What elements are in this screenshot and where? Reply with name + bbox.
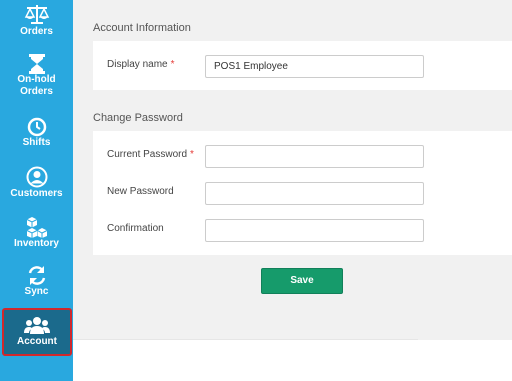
section-title-change-password: Change Password — [93, 112, 183, 124]
scales-icon — [24, 5, 49, 24]
clock-icon — [27, 117, 46, 137]
sidebar-item-orders[interactable]: Orders — [0, 4, 73, 38]
sidebar-item-account[interactable]: Account — [2, 308, 72, 356]
new-password-label: New Password — [107, 186, 174, 197]
sidebar-item-on-hold-orders[interactable]: On-hold Orders — [0, 54, 73, 98]
divider — [73, 339, 418, 340]
sidebar-item-label: Customers — [10, 188, 63, 199]
required-marker: * — [190, 149, 194, 160]
sidebar-item-label: Account — [17, 336, 57, 347]
refresh-icon — [28, 266, 45, 285]
main-bottom — [73, 340, 512, 381]
save-button[interactable]: Save — [261, 268, 343, 294]
sidebar-item-label: On-hold Orders — [17, 74, 56, 97]
user-icon — [26, 166, 47, 188]
sidebar-item-label: Inventory — [13, 238, 59, 249]
section-title-account-information: Account Information — [93, 22, 191, 34]
confirmation-label: Confirmation — [107, 223, 164, 234]
sidebar: Orders On-hold Orders Shifts Customers I… — [0, 0, 73, 381]
current-password-field[interactable] — [205, 145, 424, 168]
sidebar-item-label: Shifts — [22, 137, 51, 148]
display-name-label-text: Display name — [107, 59, 168, 70]
sidebar-item-customers[interactable]: Customers — [0, 166, 73, 200]
current-password-label-text: Current Password — [107, 149, 188, 160]
confirmation-field[interactable] — [205, 219, 424, 242]
sidebar-item-inventory[interactable]: Inventory — [0, 216, 73, 250]
hourglass-icon — [28, 54, 45, 74]
current-password-label: Current Password * — [107, 149, 194, 160]
sidebar-item-shifts[interactable]: Shifts — [0, 117, 73, 149]
display-name-field[interactable] — [205, 55, 424, 78]
required-marker: * — [170, 59, 175, 70]
sidebar-item-label: Orders — [20, 26, 53, 37]
sidebar-item-sync[interactable]: Sync — [0, 265, 73, 298]
sidebar-item-label: Sync — [24, 286, 49, 297]
users-icon — [24, 317, 50, 334]
new-password-field[interactable] — [205, 182, 424, 205]
boxes-icon — [26, 217, 47, 238]
display-name-label: Display name * — [107, 59, 175, 70]
